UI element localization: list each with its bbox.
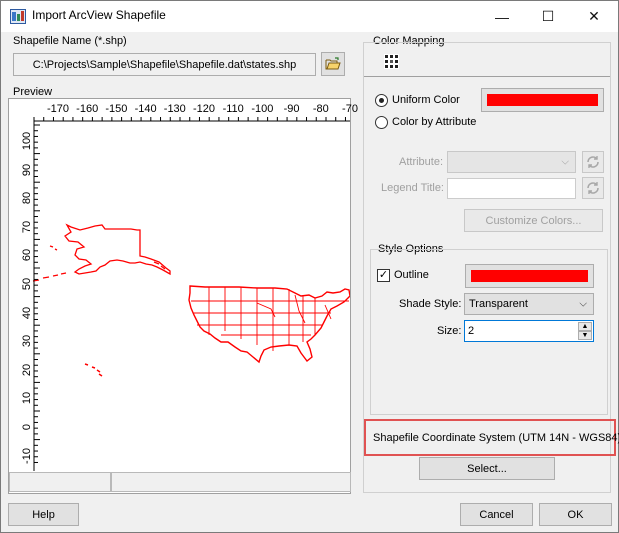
shapefile-group-label: Shapefile Name (*.shp) <box>11 35 129 47</box>
customize-colors-button[interactable]: Customize Colors... <box>464 209 603 232</box>
close-button[interactable]: ✕ <box>571 1 617 32</box>
minimize-icon: — <box>495 8 509 25</box>
shade-style-dropdown[interactable]: Transparent ⌵ <box>464 293 594 315</box>
x-axis-ticks <box>33 117 350 122</box>
title-bar: Import ArcView Shapefile — ☐ ✕ <box>1 1 618 32</box>
preview-label: Preview <box>11 86 55 98</box>
x-tick-label: -80 <box>312 103 329 115</box>
y-tick-label: 20 <box>21 363 33 376</box>
check-icon: ✓ <box>378 269 389 281</box>
color-by-attribute-label: Color by Attribute <box>392 116 477 128</box>
y-tick-label: 30 <box>21 335 33 348</box>
x-tick-label: -160 <box>76 103 99 115</box>
size-value: 2 <box>468 325 475 337</box>
x-tick-label: -120 <box>192 103 216 115</box>
contiguous-us-shape <box>188 285 350 364</box>
refresh-icon <box>587 156 599 168</box>
browse-button[interactable] <box>321 52 345 76</box>
preview-panel: -170 -160 -150 -140 -130 -120 -110 -100 -90 -80 -7… <box>8 98 358 494</box>
attribute-refresh-button[interactable] <box>582 151 604 173</box>
ok-label: OK <box>567 508 584 521</box>
x-tick-label: -110 <box>222 103 244 115</box>
color-by-attribute-radio[interactable] <box>375 116 388 129</box>
color-mapping-divider <box>364 76 610 77</box>
x-tick-label: -130 <box>163 103 186 115</box>
shade-style-label: Shade Style: <box>399 298 462 310</box>
arrow-down-icon: ▼ <box>581 332 589 339</box>
shapefile-path-field[interactable]: C:\Projects\Sample\Shapefile\Shapefile.d… <box>13 53 316 76</box>
maximize-icon: ☐ <box>541 8 555 24</box>
attribute-label: Attribute: <box>399 156 444 168</box>
select-label: Select... <box>467 462 507 475</box>
preview-map <box>32 117 350 471</box>
x-tick-label: -100 <box>251 103 274 115</box>
x-tick-label: -90 <box>283 103 300 115</box>
help-label: Help <box>32 508 55 521</box>
outline-label: Outline <box>394 269 429 281</box>
y-tick-label: 80 <box>21 192 33 205</box>
app-icon <box>10 9 26 24</box>
y-tick-label: -10 <box>21 447 33 464</box>
uniform-color-swatch[interactable] <box>481 88 604 112</box>
shade-style-value: Transparent <box>469 298 528 310</box>
import-shapefile-dialog: Import ArcView Shapefile — ☐ ✕ Shapefile… <box>0 0 619 533</box>
y-axis-ticks <box>33 121 40 471</box>
y-tick-label: 50 <box>21 277 33 291</box>
status-cell-left <box>9 472 111 492</box>
size-stepper[interactable]: 2 ▲ ▼ <box>464 320 594 342</box>
cancel-button[interactable]: Cancel <box>460 503 533 526</box>
uniform-color-radio[interactable] <box>375 94 388 107</box>
x-tick-label: -70 <box>342 103 358 115</box>
arrow-up-icon: ▲ <box>581 323 589 330</box>
x-tick-label: -140 <box>134 103 157 115</box>
maximize-button[interactable]: ☐ <box>525 1 571 32</box>
window-title: Import ArcView Shapefile <box>32 8 166 22</box>
uniform-color-fill <box>487 94 598 106</box>
minimize-button[interactable]: — <box>479 1 525 32</box>
outline-checkbox[interactable]: ✓ <box>377 269 390 282</box>
close-icon: ✕ <box>588 8 600 24</box>
size-down-button[interactable]: ▼ <box>578 331 592 340</box>
select-coordinate-button[interactable]: Select... <box>419 457 555 480</box>
coordinate-system-text: Shapefile Coordinate System (UTM 14N - W… <box>373 432 619 444</box>
folder-open-icon <box>325 57 341 70</box>
uniform-color-label: Uniform Color <box>392 94 460 106</box>
hawaii-islands <box>84 363 103 377</box>
y-tick-label: 60 <box>21 249 33 262</box>
legend-title-label: Legend Title: <box>381 182 444 194</box>
refresh-icon <box>587 182 599 194</box>
alaska-shape <box>64 223 171 276</box>
y-tick-label: 0 <box>21 423 33 431</box>
attribute-dropdown[interactable]: ⌵ <box>447 151 576 173</box>
x-tick-label: -150 <box>105 103 128 115</box>
chevron-down-icon: ⌵ <box>579 298 587 310</box>
chevron-down-icon: ⌵ <box>561 156 569 168</box>
help-button[interactable]: Help <box>8 503 79 526</box>
y-tick-label: 10 <box>21 392 33 405</box>
ok-button[interactable]: OK <box>539 503 612 526</box>
outline-color-fill <box>471 270 588 282</box>
outline-color-swatch[interactable] <box>465 264 594 288</box>
size-label: Size: <box>437 325 462 337</box>
size-up-button[interactable]: ▲ <box>578 322 592 331</box>
y-tick-label: 100 <box>21 131 33 151</box>
customize-colors-label: Customize Colors... <box>485 214 582 227</box>
y-tick-label: 70 <box>21 220 33 233</box>
x-tick-label: -170 <box>46 103 70 115</box>
color-grid-icon[interactable] <box>384 54 399 69</box>
legend-refresh-button[interactable] <box>582 177 604 199</box>
legend-title-input[interactable] <box>447 178 576 199</box>
y-tick-label: 90 <box>21 163 33 176</box>
cancel-label: Cancel <box>479 508 514 521</box>
shapefile-path-text: C:\Projects\Sample\Shapefile\Shapefile.d… <box>32 58 297 71</box>
y-tick-label: 40 <box>21 306 33 319</box>
status-cell-right <box>111 472 351 492</box>
